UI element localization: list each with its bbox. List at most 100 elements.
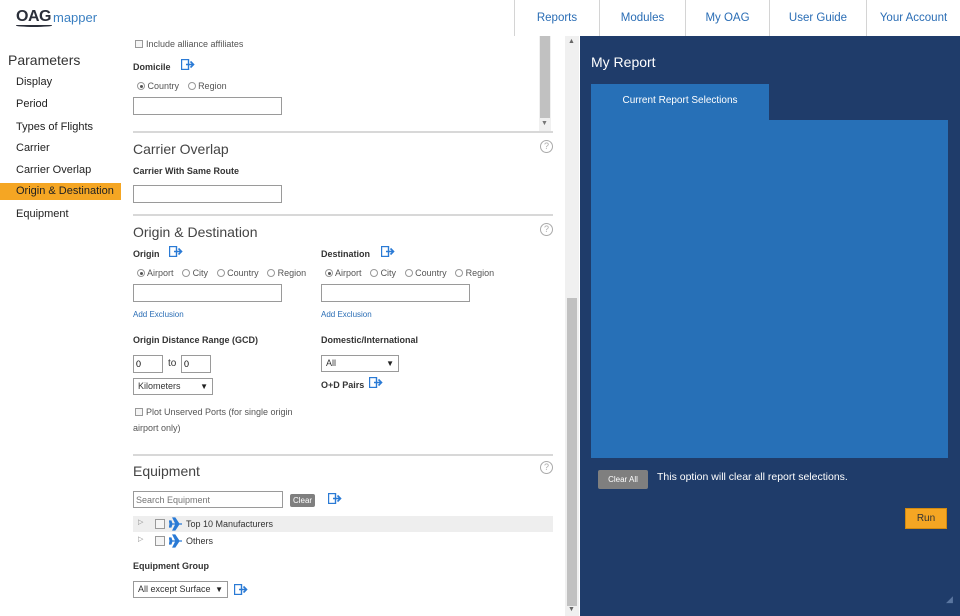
destination-option-airport[interactable]: Airport bbox=[325, 268, 362, 278]
nav-my-oag[interactable]: My OAG bbox=[685, 0, 769, 36]
domicile-country-label: Country bbox=[147, 81, 180, 91]
destination-region-label: Region bbox=[465, 268, 495, 278]
domicile-export-icon[interactable] bbox=[181, 59, 195, 70]
resize-handle-icon[interactable]: ◢ bbox=[946, 594, 953, 605]
clear-all-button[interactable]: Clear All bbox=[598, 470, 648, 489]
distance-from-input[interactable] bbox=[133, 355, 163, 373]
carrier-same-route-input[interactable] bbox=[133, 185, 282, 203]
domicile-input[interactable] bbox=[133, 97, 282, 115]
clear-all-description: This option will clear all report select… bbox=[657, 471, 848, 483]
equipment-export-icon[interactable] bbox=[328, 493, 342, 504]
sidebar-item-types-of-flights[interactable]: Types of Flights bbox=[0, 119, 121, 136]
carrier-overlap-title: Carrier Overlap bbox=[133, 141, 229, 157]
parameters-title: Parameters bbox=[8, 52, 81, 68]
origin-city-radio[interactable] bbox=[182, 269, 191, 277]
oag-mapper-logo[interactable]: OAG mapper bbox=[16, 8, 97, 28]
distance-range-label: Origin Distance Range (GCD) bbox=[133, 335, 259, 345]
destination-city-radio[interactable] bbox=[370, 269, 379, 277]
origin-country-label: Country bbox=[227, 268, 259, 278]
scroll-down-icon[interactable]: ▼ bbox=[568, 606, 575, 613]
equipment-search-input[interactable] bbox=[133, 491, 283, 508]
tree-expand-icon[interactable]: ▷ bbox=[138, 518, 143, 526]
domicile-label: Domicile bbox=[133, 62, 171, 72]
origin-option-airport[interactable]: Airport bbox=[137, 268, 174, 278]
destination-label: Destination bbox=[321, 249, 371, 259]
include-alliance-label: Include alliance affiliates bbox=[146, 39, 244, 49]
nav-modules[interactable]: Modules bbox=[599, 0, 685, 36]
tree-checkbox[interactable] bbox=[155, 536, 165, 546]
sidebar-item-period[interactable]: Period bbox=[0, 96, 121, 113]
destination-option-region[interactable]: Region bbox=[455, 268, 494, 278]
carrier-scroll-down-icon[interactable]: ▼ bbox=[541, 120, 548, 127]
origin-country-radio[interactable] bbox=[216, 269, 225, 277]
distance-unit-select[interactable]: Kilometers ▼ bbox=[133, 378, 213, 395]
chevron-down-icon: ▼ bbox=[386, 359, 394, 368]
origin-label: Origin bbox=[133, 249, 160, 259]
sidebar-item-origin-destination[interactable]: Origin & Destination bbox=[0, 183, 121, 200]
tree-row[interactable]: ▷ Top 10 Manufacturers bbox=[133, 516, 553, 532]
equipment-group-export-icon[interactable] bbox=[234, 584, 248, 595]
plot-unserved-label: Plot Unserved Ports (for single origin bbox=[146, 407, 293, 417]
destination-option-country[interactable]: Country bbox=[404, 268, 447, 278]
tree-expand-icon[interactable]: ▷ bbox=[138, 535, 143, 543]
origin-airport-radio[interactable] bbox=[137, 269, 145, 277]
origin-region-radio[interactable] bbox=[267, 269, 276, 277]
top-bar: OAG mapper Reports Modules My OAG User G… bbox=[0, 0, 960, 36]
plot-unserved-label-line2: airport only) bbox=[133, 423, 181, 433]
carrier-overlap-help-icon[interactable]: ? bbox=[540, 140, 553, 153]
airplane-icon bbox=[169, 534, 182, 548]
nav-user-guide[interactable]: User Guide bbox=[769, 0, 866, 36]
distance-to-input[interactable] bbox=[181, 355, 211, 373]
include-alliance-checkbox[interactable] bbox=[135, 40, 143, 48]
origin-export-icon[interactable] bbox=[169, 246, 183, 257]
origin-option-country[interactable]: Country bbox=[216, 268, 259, 278]
origin-option-region[interactable]: Region bbox=[267, 268, 306, 278]
domicile-country-radio[interactable] bbox=[137, 82, 145, 90]
sidebar-item-equipment[interactable]: Equipment bbox=[0, 206, 121, 223]
equipment-group-value: All except Surface bbox=[138, 584, 211, 594]
destination-export-icon[interactable] bbox=[381, 246, 395, 257]
equipment-group-label: Equipment Group bbox=[133, 561, 209, 571]
tree-row[interactable]: ▷ Others bbox=[133, 533, 553, 549]
plot-unserved-checkbox[interactable] bbox=[135, 408, 143, 416]
distance-to-label: to bbox=[168, 358, 177, 369]
tree-label: Others bbox=[186, 536, 214, 546]
sidebar-item-display[interactable]: Display bbox=[0, 74, 121, 91]
main-scrollbar-thumb[interactable] bbox=[567, 298, 577, 606]
origin-destination-help-icon[interactable]: ? bbox=[540, 223, 553, 236]
equipment-help-icon[interactable]: ? bbox=[540, 461, 553, 474]
equipment-group-select[interactable]: All except Surface ▼ bbox=[133, 581, 228, 598]
main-scrollbar[interactable]: ▲ ▼ bbox=[565, 36, 579, 616]
sidebar-item-carrier[interactable]: Carrier bbox=[0, 140, 121, 157]
tab-label: Current Report Selections bbox=[622, 95, 738, 106]
equipment-clear-button[interactable]: Clear bbox=[290, 494, 315, 507]
domestic-international-select[interactable]: All ▼ bbox=[321, 355, 399, 372]
domicile-region-radio[interactable] bbox=[187, 82, 196, 90]
origin-option-city[interactable]: City bbox=[182, 268, 208, 278]
destination-airport-radio[interactable] bbox=[325, 269, 333, 277]
tab-current-report-selections[interactable]: Current Report Selections bbox=[591, 84, 769, 120]
tree-checkbox[interactable] bbox=[155, 519, 165, 529]
destination-country-radio[interactable] bbox=[404, 269, 413, 277]
destination-airport-label: Airport bbox=[335, 268, 362, 278]
domicile-option-country[interactable]: Country bbox=[137, 81, 179, 91]
od-pairs-export-icon[interactable] bbox=[369, 377, 383, 388]
destination-input[interactable] bbox=[321, 284, 470, 302]
origin-input[interactable] bbox=[133, 284, 282, 302]
carrier-scrollbar[interactable]: ▼ bbox=[539, 36, 551, 131]
nav-reports[interactable]: Reports bbox=[514, 0, 599, 36]
carrier-scrollbar-thumb[interactable] bbox=[540, 36, 550, 118]
domicile-option-region[interactable]: Region bbox=[187, 81, 227, 91]
scroll-up-icon[interactable]: ▲ bbox=[568, 38, 575, 45]
origin-add-exclusion-link[interactable]: Add Exclusion bbox=[133, 310, 184, 319]
airplane-icon bbox=[169, 517, 182, 531]
nav-your-account[interactable]: Your Account bbox=[866, 0, 960, 36]
tree-label: Top 10 Manufacturers bbox=[186, 519, 274, 529]
sidebar-item-carrier-overlap[interactable]: Carrier Overlap bbox=[0, 162, 121, 179]
divider bbox=[133, 454, 553, 456]
run-button[interactable]: Run bbox=[905, 508, 947, 529]
destination-add-exclusion-link[interactable]: Add Exclusion bbox=[321, 310, 372, 319]
my-report-title: My Report bbox=[591, 54, 656, 70]
destination-option-city[interactable]: City bbox=[370, 268, 396, 278]
destination-region-radio[interactable] bbox=[455, 269, 464, 277]
